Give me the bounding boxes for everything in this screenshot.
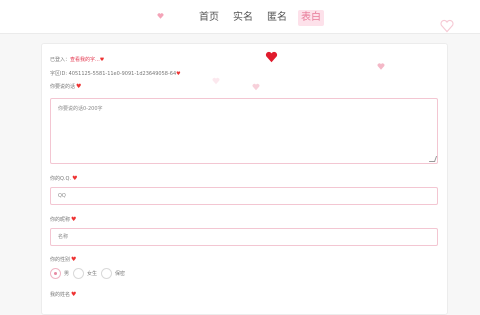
heart-icon [265,51,278,63]
confession-form-card: 已登入：查看我的字...♥ 字区ID: 4051125-5581-11e0-90… [41,43,448,315]
message-label: 你要说的话♥ [50,83,82,90]
heart-icon [157,13,164,19]
nav-home[interactable]: 首页 [196,10,222,26]
heart-icon [252,83,260,91]
radio-icon[interactable] [73,268,85,279]
top-navbar: 首页 实名 匿名 表白 [0,0,480,34]
user-id-text: 字区ID: 4051125-5581-11e0-9091-1d23649058-… [50,71,181,77]
qq-label: 你的Q.Q.♥ [50,175,78,182]
gender-label: 你的性别♥ [50,256,77,263]
nav-anonymous[interactable]: 匿名 [264,10,290,26]
my-posts-link[interactable]: 查看我的字... [70,57,100,63]
gender-option-female[interactable]: 女生 [73,268,97,279]
gender-option-secret[interactable]: 保密 [101,268,125,279]
nickname-label: 你的昵称♥ [50,216,77,223]
name-label: 我的姓名♥ [50,291,77,298]
nav-confession[interactable]: 表白 [298,10,324,26]
radio-icon[interactable] [50,268,61,279]
message-textarea[interactable]: 你要说的话0-200字 [50,98,438,164]
heart-icon [440,19,454,33]
nav-realname[interactable]: 实名 [230,10,256,26]
gender-radio-group: 男 女生 保密 [50,268,125,279]
heart-icon [212,77,220,85]
login-status: 已登入：查看我的字...♥ [50,57,105,63]
resize-handle[interactable] [428,156,438,162]
radio-icon[interactable] [101,268,113,279]
gender-option-male[interactable]: 男 [50,268,69,279]
qq-input[interactable]: QQ [50,187,438,205]
heart-icon [377,63,385,70]
main-nav: 首页 实名 匿名 表白 [196,10,324,26]
nickname-input[interactable]: 名称 [50,228,438,246]
